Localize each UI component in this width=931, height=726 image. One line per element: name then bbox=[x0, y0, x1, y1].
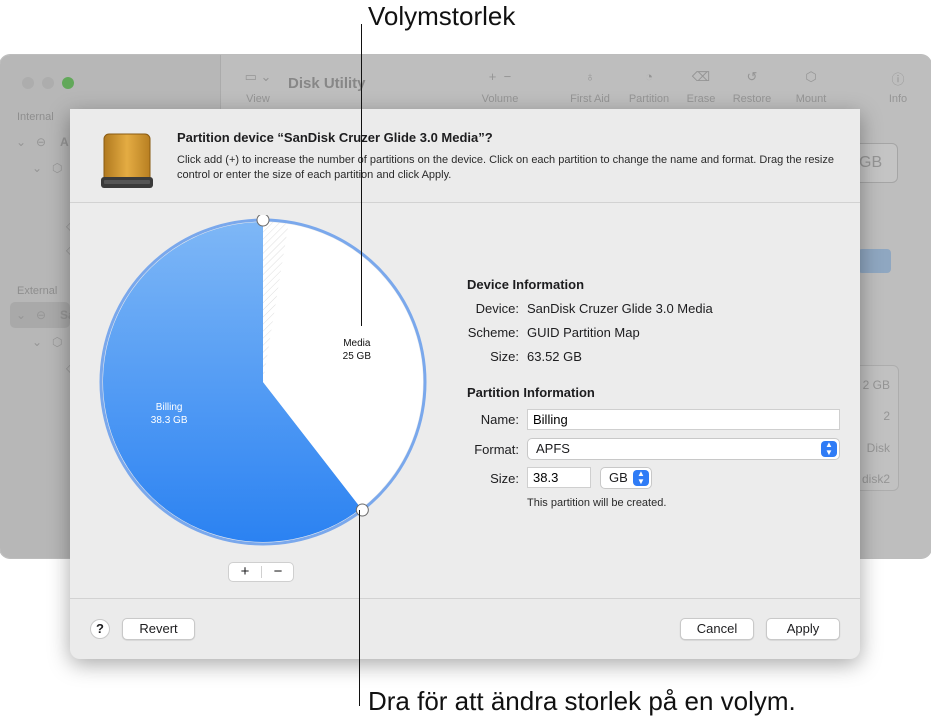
name-label: Name: bbox=[480, 412, 519, 427]
revert-button[interactable]: Revert bbox=[122, 618, 195, 640]
device-size-value: 63.52 GB bbox=[527, 349, 582, 364]
device-label: Device: bbox=[475, 301, 519, 316]
device-value: SanDisk Cruzer Glide 3.0 Media bbox=[527, 301, 713, 316]
slice-label-name: Billing bbox=[156, 402, 183, 413]
external-drive-icon bbox=[101, 133, 153, 188]
partition-size-label: Size: bbox=[490, 471, 519, 486]
popup-chevrons-icon: ▲ ▼ bbox=[821, 441, 837, 457]
partition-name-input[interactable] bbox=[527, 409, 840, 430]
help-button[interactable]: ? bbox=[90, 619, 110, 639]
device-size-label: Size: bbox=[490, 349, 519, 364]
apply-button[interactable]: Apply bbox=[766, 618, 840, 640]
format-label: Format: bbox=[474, 442, 519, 457]
resize-handle[interactable] bbox=[256, 215, 270, 227]
callout-line-bottom bbox=[359, 510, 360, 706]
popup-chevrons-icon: ▲ ▼ bbox=[633, 470, 649, 486]
callout-volume-size: Volymstorlek bbox=[368, 1, 516, 31]
size-unit-value: GB bbox=[609, 470, 628, 485]
format-value: APFS bbox=[536, 441, 570, 456]
dialog-description: Click add (+) to increase the number of … bbox=[177, 154, 834, 181]
format-popup[interactable]: APFS ▲ ▼ bbox=[527, 438, 840, 460]
slice-label-size: 25 GB bbox=[343, 351, 372, 362]
dialog-footer: ? Revert Cancel Apply bbox=[70, 598, 860, 659]
scheme-value: GUID Partition Map bbox=[527, 325, 640, 340]
partition-dialog: Partition device “SanDisk Cruzer Glide 3… bbox=[70, 109, 860, 659]
scheme-label: Scheme: bbox=[467, 325, 519, 340]
dialog-header: Partition device “SanDisk Cruzer Glide 3… bbox=[70, 109, 860, 203]
device-info-heading: Device Information bbox=[467, 277, 585, 292]
partition-pie-chart[interactable]: Billing 38.3 GB Media 25 GB bbox=[96, 215, 430, 549]
callout-line-top bbox=[361, 24, 362, 326]
partition-note: This partition will be created. bbox=[527, 497, 667, 509]
add-remove-control: + − bbox=[228, 562, 294, 582]
add-partition-button[interactable]: + bbox=[229, 563, 261, 581]
partition-size-input[interactable] bbox=[527, 467, 591, 488]
cancel-button[interactable]: Cancel bbox=[680, 618, 754, 640]
remove-partition-button[interactable]: − bbox=[262, 563, 294, 581]
callout-drag-resize: Dra för att ändra storlek på en volym. bbox=[368, 686, 796, 716]
slice-label-size: 38.3 GB bbox=[151, 415, 188, 426]
slice-label-name: Media bbox=[343, 338, 371, 349]
dialog-title: Partition device “SanDisk Cruzer Glide 3… bbox=[177, 130, 493, 145]
partition-info-heading: Partition Information bbox=[467, 385, 595, 400]
size-unit-popup[interactable]: GB ▲ ▼ bbox=[600, 467, 652, 489]
